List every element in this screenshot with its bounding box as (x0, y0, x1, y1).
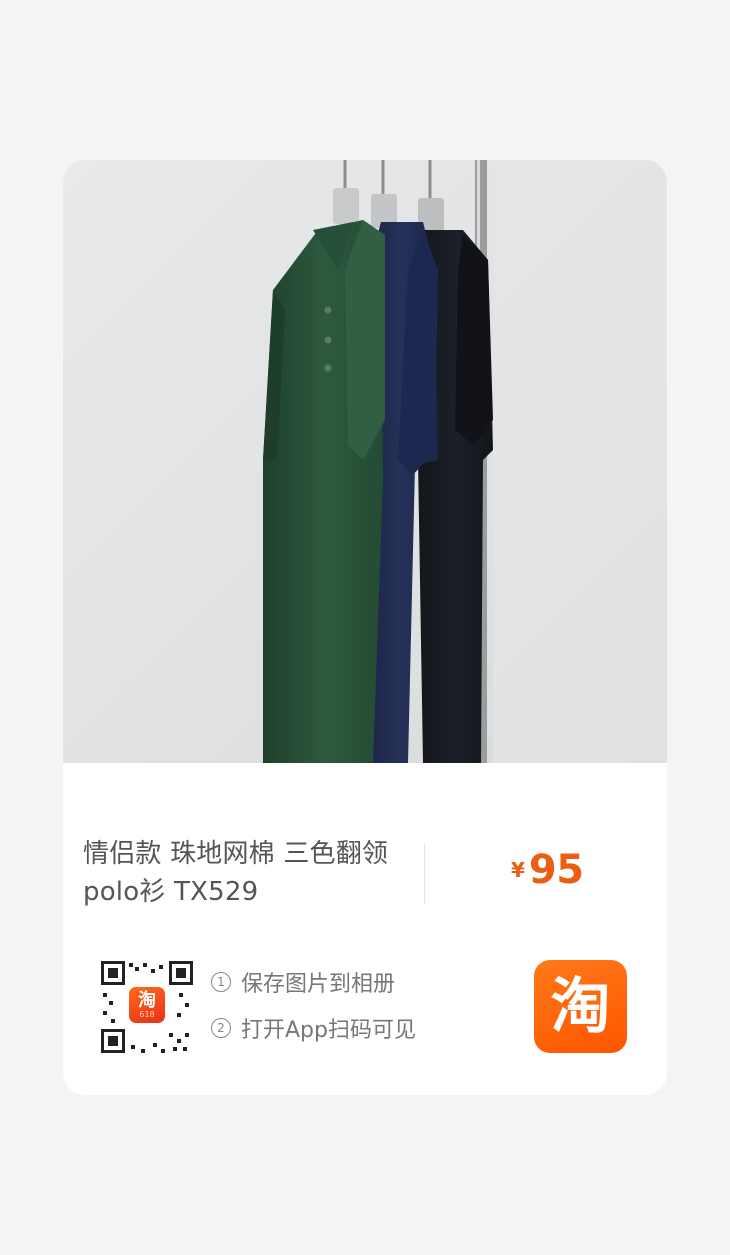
share-steps: 1 保存图片到相册 2 打开App扫码可见 (211, 965, 416, 1057)
qr-center-badge-glyph: 淘 (138, 989, 156, 1011)
product-title-line2: polo衫 TX529 (83, 877, 259, 907)
product-info: 情侣款 珠地网棉 三色翻领 polo衫 TX529 ¥95 淘 618 1 保存… (63, 763, 667, 1095)
step-number: 1 (211, 972, 231, 992)
taobao-logo-icon[interactable]: 淘 (534, 960, 627, 1053)
product-title-line1: 情侣款 珠地网棉 三色翻领 (83, 839, 389, 869)
qr-center-badge: 淘 618 (129, 987, 165, 1023)
taobao-logo-glyph: 淘 (550, 971, 611, 1042)
product-photo[interactable] (63, 160, 667, 763)
price-amount: 95 (528, 847, 584, 893)
qr-center-badge-sub: 618 (139, 1009, 155, 1019)
product-photo-illustration (63, 160, 667, 763)
divider (424, 843, 425, 905)
step-text: 打开App扫码可见 (241, 1018, 416, 1043)
step-open-app: 2 打开App扫码可见 (211, 1011, 416, 1045)
product-share-card: 情侣款 珠地网棉 三色翻领 polo衫 TX529 ¥95 淘 618 1 保存… (63, 160, 667, 1095)
product-title[interactable]: 情侣款 珠地网棉 三色翻领 polo衫 TX529 (83, 835, 403, 911)
step-text: 保存图片到相册 (241, 972, 396, 997)
step-save-image: 1 保存图片到相册 (211, 965, 416, 999)
qr-code-icon[interactable]: 淘 618 (99, 959, 195, 1055)
price-currency: ¥ (511, 858, 525, 882)
price: ¥95 (511, 847, 584, 893)
step-number: 2 (211, 1018, 231, 1038)
